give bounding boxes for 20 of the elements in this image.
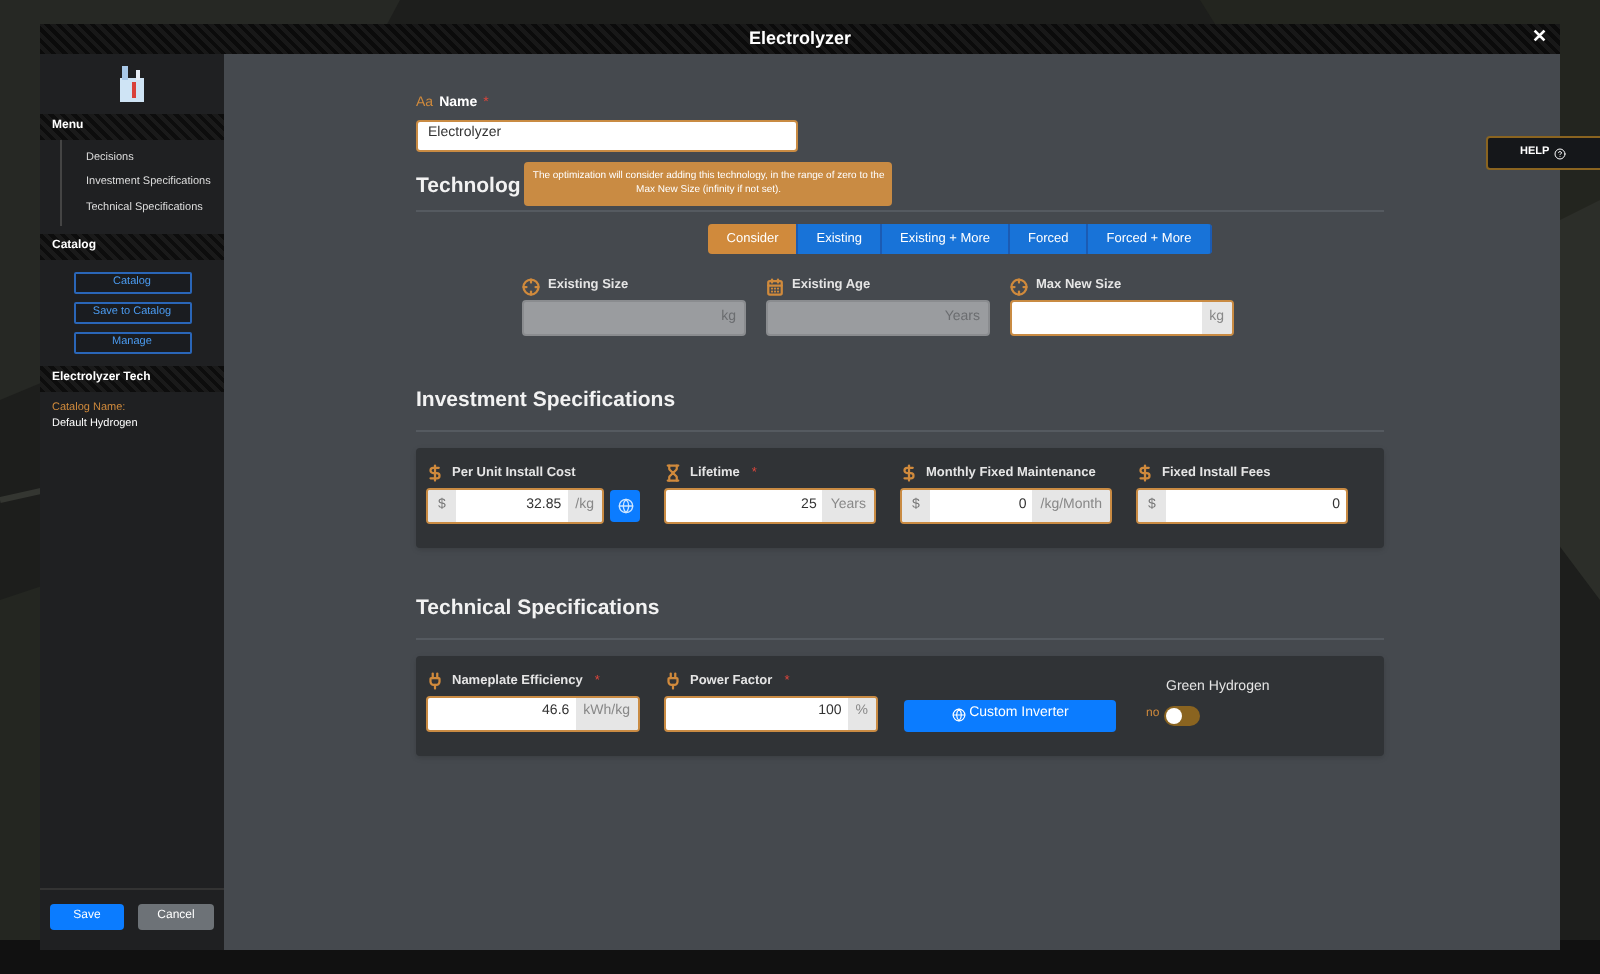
dollar-icon (1136, 464, 1154, 483)
crosshair-icon (522, 277, 540, 296)
hourglass-icon (664, 464, 682, 483)
globe-button[interactable] (610, 489, 640, 522)
globe-icon (617, 497, 633, 514)
globe-icon (951, 708, 966, 722)
plug-icon (426, 672, 444, 691)
help-icon (1553, 147, 1566, 159)
electrolyzer-icon (116, 62, 148, 106)
section-title: Technolog (416, 171, 521, 201)
dollar-icon (426, 464, 444, 483)
toggle-switch[interactable] (1163, 705, 1200, 725)
section-title: Technical Specifications (416, 595, 660, 620)
plug-icon (664, 672, 682, 691)
crosshair-icon (1010, 277, 1028, 296)
close-button[interactable]: ✕ (1532, 24, 1548, 51)
window-title: Electrolyzer (748, 25, 852, 52)
calendar-icon (766, 277, 784, 296)
dollar-icon (900, 464, 918, 483)
section-title: Investment Specifications (416, 388, 676, 412)
